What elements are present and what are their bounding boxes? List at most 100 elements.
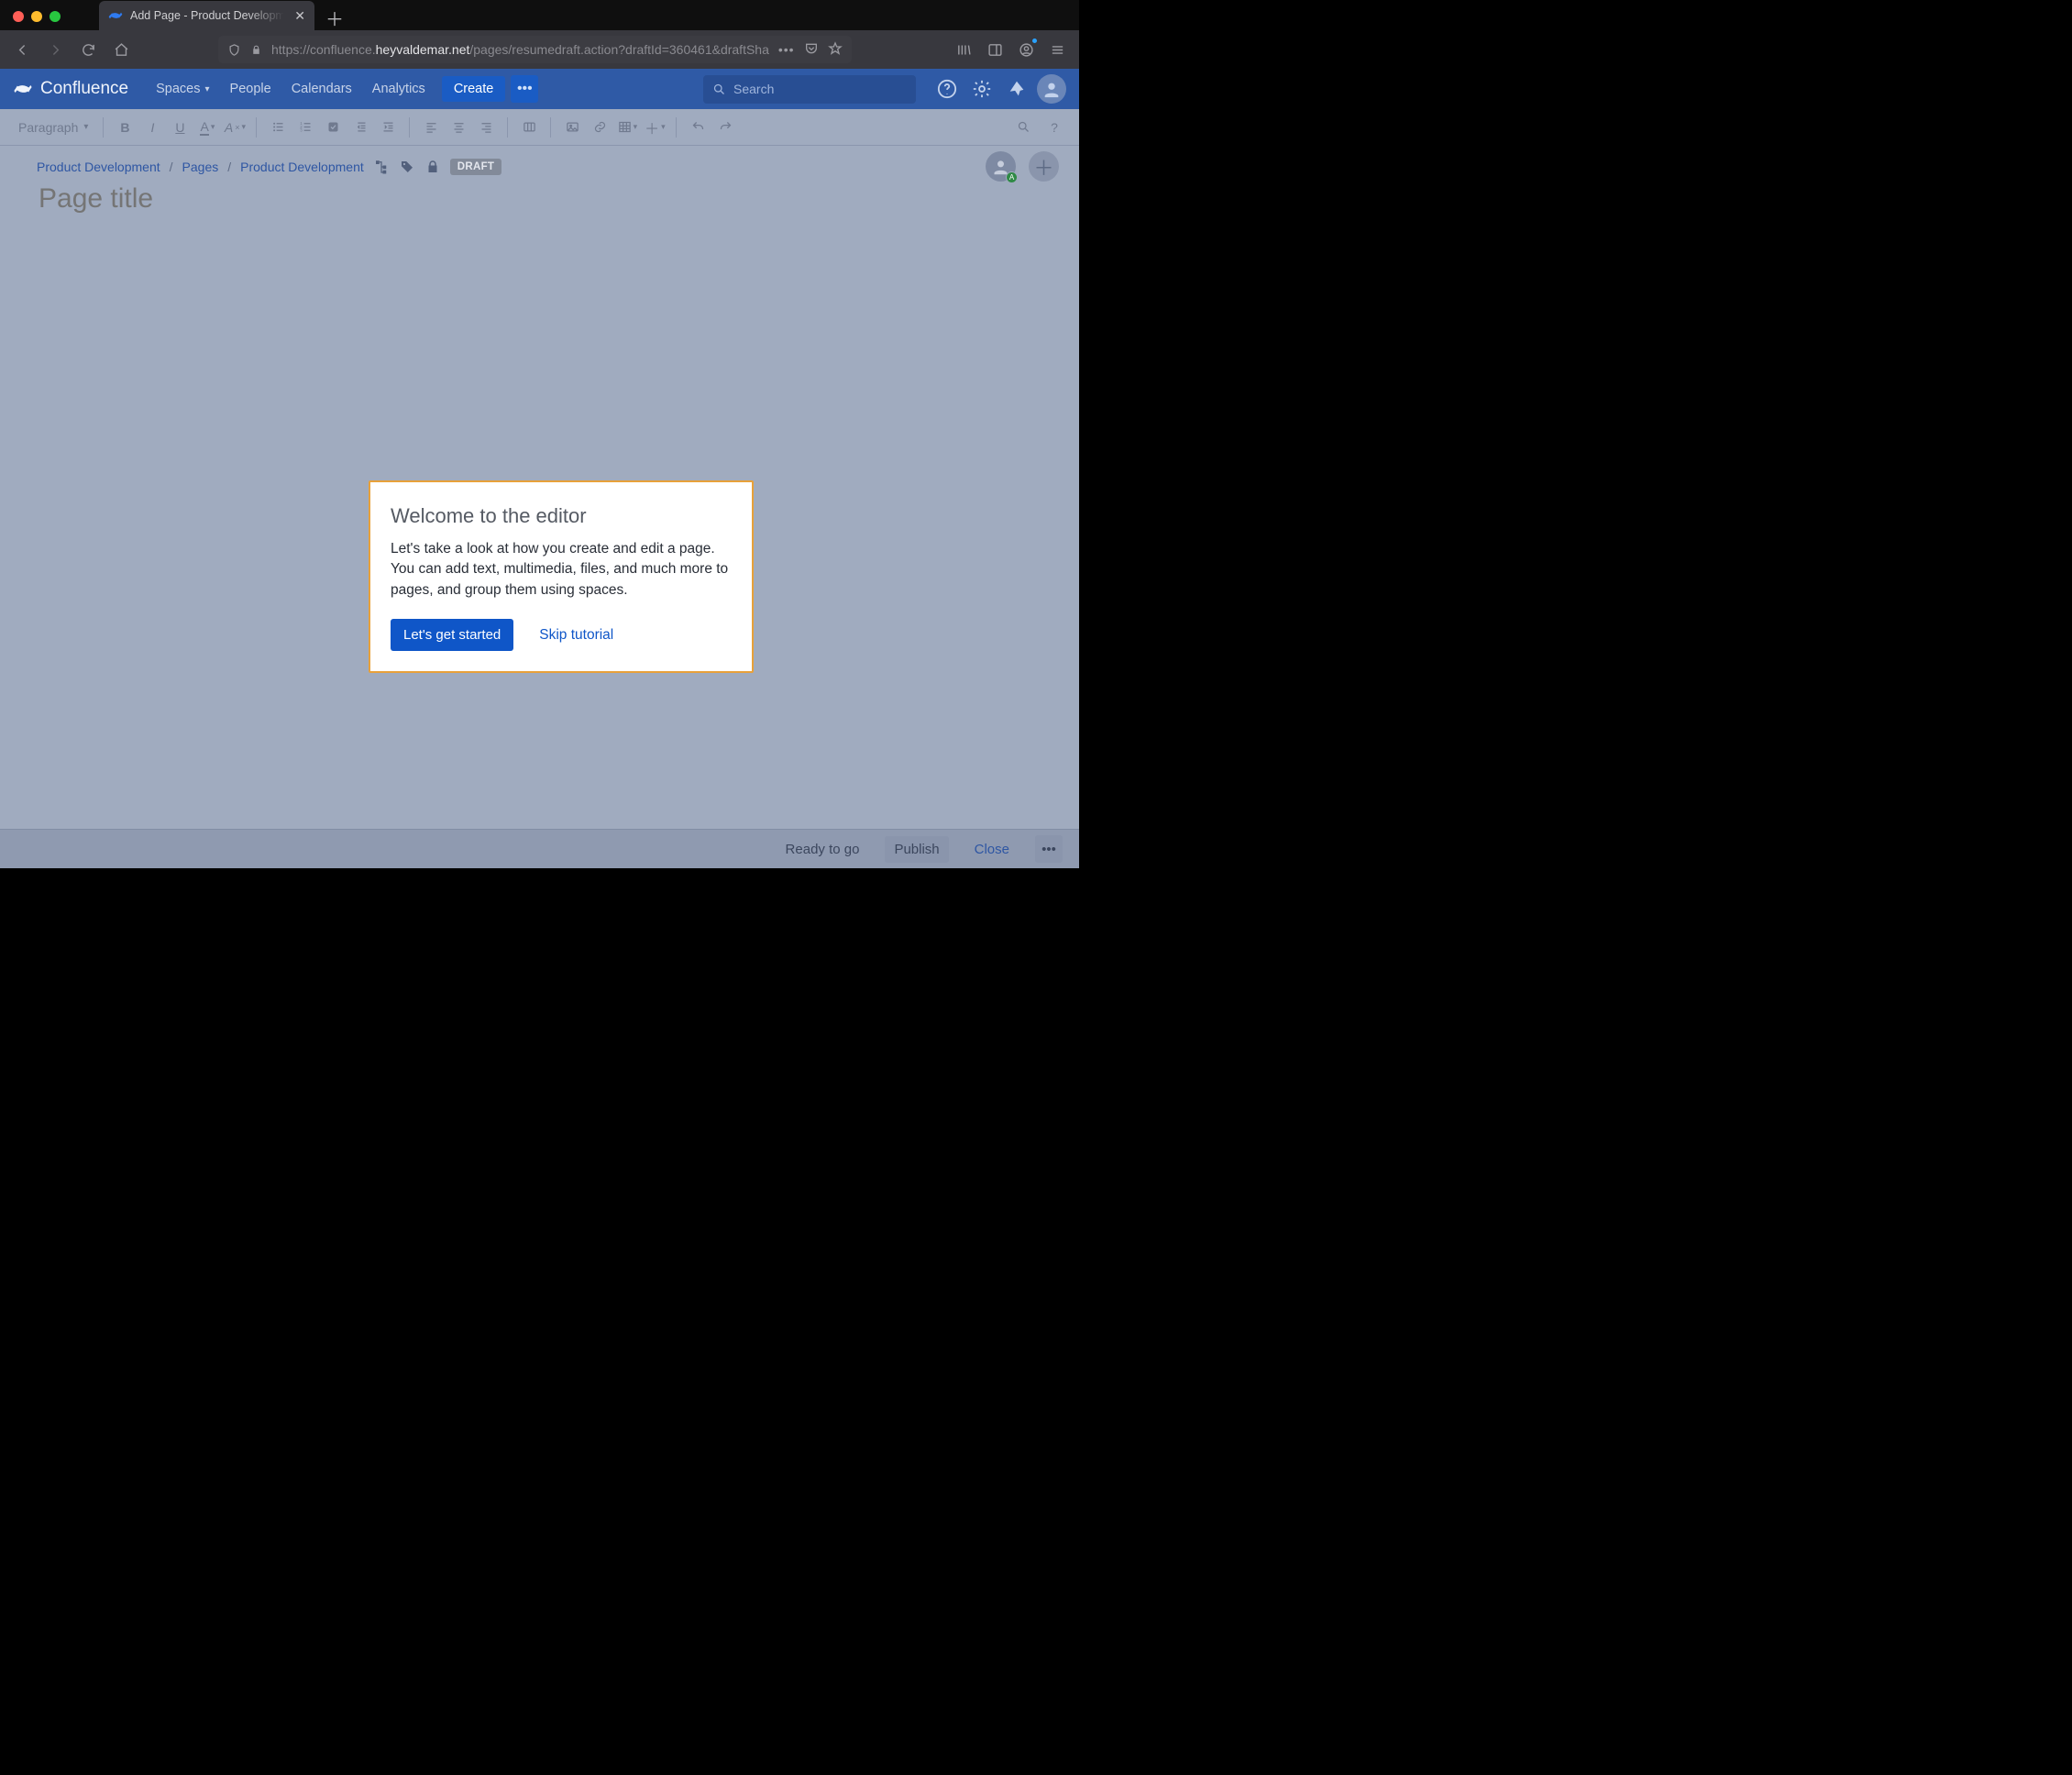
create-more-button[interactable]: ••• — [511, 75, 538, 103]
lets-get-started-label: Let's get started — [403, 627, 501, 643]
window-close-button[interactable] — [13, 11, 24, 22]
more-actions-button[interactable]: ••• — [1035, 835, 1063, 863]
chevron-down-icon: ▾ — [83, 122, 88, 132]
nav-people-label: People — [230, 82, 271, 96]
create-button[interactable]: Create — [442, 76, 506, 102]
nav-reload-button[interactable] — [73, 35, 103, 64]
page-tree-icon[interactable] — [373, 159, 390, 175]
indent-button[interactable] — [376, 116, 400, 139]
breadcrumb-pages[interactable]: Pages — [182, 160, 219, 174]
editor-toolbar: Paragraph ▾ B I U A▾ A×▾ 123 — [0, 109, 1079, 146]
account-icon[interactable] — [1011, 35, 1041, 64]
nav-people[interactable]: People — [221, 76, 281, 102]
toolbar-separator — [676, 117, 677, 138]
close-button[interactable]: Close — [965, 836, 1019, 863]
find-replace-button[interactable] — [1011, 116, 1035, 139]
breadcrumb-space[interactable]: Product Development — [37, 160, 160, 174]
numbered-list-button[interactable]: 123 — [293, 116, 317, 139]
task-list-button[interactable] — [321, 116, 345, 139]
skip-tutorial-button[interactable]: Skip tutorial — [539, 627, 613, 644]
layout-button[interactable] — [517, 116, 541, 139]
global-nav: Confluence Spaces ▾ People Calendars Ana… — [0, 69, 1079, 109]
invite-button[interactable]: ＋ — [1029, 151, 1059, 182]
chevron-down-icon: ▾ — [205, 84, 210, 94]
collaborator-avatar[interactable]: A — [986, 151, 1016, 182]
bookmark-star-icon[interactable] — [828, 41, 843, 59]
confluence-app: Confluence Spaces ▾ People Calendars Ana… — [0, 69, 1079, 868]
underline-button[interactable]: U — [168, 116, 192, 139]
confluence-logo-icon — [13, 79, 33, 99]
redo-button[interactable] — [713, 116, 737, 139]
breadcrumb-separator: / — [170, 160, 173, 174]
toolbar-separator — [103, 117, 104, 138]
global-search[interactable]: Search — [703, 75, 916, 104]
tab-close-button[interactable]: ✕ — [294, 8, 305, 24]
restrictions-lock-icon[interactable] — [424, 159, 441, 175]
page-header: Product Development / Pages / Product De… — [0, 146, 1079, 225]
brand-text: Confluence — [40, 79, 128, 99]
align-right-button[interactable] — [474, 116, 498, 139]
labels-tag-icon[interactable] — [399, 159, 415, 175]
insert-more-button[interactable]: ＋▾ — [643, 116, 667, 139]
brand-logo[interactable]: Confluence — [13, 79, 128, 99]
nav-links: Spaces ▾ People Calendars Analytics Crea… — [147, 75, 538, 103]
outdent-button[interactable] — [348, 116, 372, 139]
nav-spaces[interactable]: Spaces ▾ — [147, 76, 218, 102]
editor-help-button[interactable]: ? — [1042, 116, 1066, 139]
insert-link-button[interactable] — [588, 116, 612, 139]
sidebar-toggle-icon[interactable] — [980, 35, 1009, 64]
search-icon — [712, 83, 726, 96]
new-tab-button[interactable]: ＋ — [322, 5, 347, 30]
notifications-icon[interactable] — [1002, 74, 1031, 104]
clear-formatting-button[interactable]: A×▾ — [223, 116, 247, 139]
text-color-button[interactable]: A▾ — [195, 116, 219, 139]
align-left-button[interactable] — [419, 116, 443, 139]
window-controls — [13, 11, 61, 22]
breadcrumb-parent[interactable]: Product Development — [240, 160, 364, 174]
browser-chrome: Add Page - Product Developme ✕ ＋ https:/… — [0, 0, 1079, 69]
library-icon[interactable] — [949, 35, 978, 64]
page-title-input[interactable] — [37, 182, 1042, 215]
tracking-protection-icon[interactable] — [227, 43, 241, 57]
url-path: /pages/resumedraft.action?draftId=360461… — [469, 42, 769, 57]
page-actions-icon[interactable]: ••• — [778, 42, 795, 57]
nav-back-button[interactable] — [7, 35, 37, 64]
url-text: https://confluence.heyvaldemar.net/pages… — [271, 42, 769, 57]
toolbar-separator — [409, 117, 410, 138]
nav-analytics-label: Analytics — [372, 82, 425, 96]
publish-label: Publish — [894, 842, 939, 857]
publish-button[interactable]: Publish — [885, 836, 948, 863]
paragraph-style-select[interactable]: Paragraph ▾ — [13, 120, 94, 135]
modal-actions: Let's get started Skip tutorial — [391, 619, 732, 651]
create-button-label: Create — [454, 82, 494, 96]
bold-button[interactable]: B — [113, 116, 137, 139]
reader-pocket-icon[interactable] — [804, 41, 819, 59]
nav-forward-button[interactable] — [40, 35, 70, 64]
insert-table-button[interactable]: ▾ — [615, 116, 639, 139]
bullet-list-button[interactable] — [266, 116, 290, 139]
lets-get-started-button[interactable]: Let's get started — [391, 619, 513, 651]
nav-calendars[interactable]: Calendars — [282, 76, 361, 102]
window-minimize-button[interactable] — [31, 11, 42, 22]
breadcrumb-separator: / — [227, 160, 231, 174]
undo-button[interactable] — [686, 116, 710, 139]
lock-icon[interactable] — [250, 44, 262, 56]
browser-tab[interactable]: Add Page - Product Developme ✕ — [99, 1, 314, 30]
window-zoom-button[interactable] — [50, 11, 61, 22]
breadcrumb: Product Development / Pages / Product De… — [37, 159, 1042, 175]
address-bar[interactable]: https://confluence.heyvaldemar.net/pages… — [218, 36, 852, 63]
status-text: Ready to go — [786, 842, 860, 857]
favicon-confluence-icon — [108, 8, 123, 23]
settings-gear-icon[interactable] — [967, 74, 997, 104]
nav-calendars-label: Calendars — [292, 82, 352, 96]
modal-heading: Welcome to the editor — [391, 504, 732, 528]
app-menu-icon[interactable] — [1042, 35, 1072, 64]
nav-analytics[interactable]: Analytics — [363, 76, 435, 102]
insert-image-button[interactable] — [560, 116, 584, 139]
italic-button[interactable]: I — [140, 116, 164, 139]
help-icon[interactable] — [932, 74, 962, 104]
collaborator-badge: A — [1006, 171, 1018, 183]
align-center-button[interactable] — [446, 116, 470, 139]
profile-avatar[interactable] — [1037, 74, 1066, 104]
nav-home-button[interactable] — [106, 35, 136, 64]
